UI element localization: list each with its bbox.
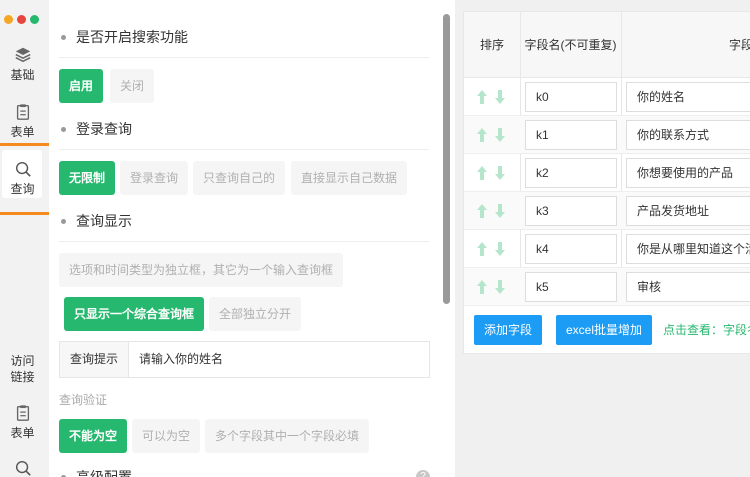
display-option-combined[interactable]: 只显示一个综合查询框	[64, 297, 205, 331]
field-key-input[interactable]: k2	[525, 158, 617, 188]
query-tip-input[interactable]: 请输入你的姓名	[129, 342, 429, 377]
display-option-all-separate[interactable]: 全部独立分开	[209, 297, 302, 331]
arrow-down-icon[interactable]	[494, 241, 506, 257]
rail-item-form[interactable]: 表单	[0, 103, 45, 140]
field-key-input[interactable]: k3	[525, 196, 617, 226]
query-validation-label: 查询验证	[59, 393, 108, 407]
arrow-up-icon[interactable]	[476, 89, 488, 105]
rail-item-label-line2: 链接	[10, 370, 35, 384]
arrow-down-icon[interactable]	[494, 203, 506, 219]
excel-batch-add-button[interactable]: excel批量增加	[556, 315, 653, 345]
close-dot[interactable]	[17, 15, 26, 24]
field-name-input[interactable]: 审核	[626, 272, 750, 302]
layers-icon	[14, 47, 31, 63]
validation-option-one-of-many[interactable]: 多个字段其中一个字段必填	[205, 419, 370, 453]
section-title-text: 是否开启搜索功能	[76, 29, 188, 45]
bullet-icon	[61, 34, 66, 40]
section-title-login-query: 登录查询	[61, 119, 132, 139]
arrow-down-icon[interactable]	[494, 89, 506, 105]
field-key-input[interactable]: k4	[525, 234, 617, 264]
divider	[59, 57, 429, 58]
rail-item-label: 表单	[10, 426, 35, 440]
validation-option-optional[interactable]: 可以为空	[132, 419, 201, 453]
field-name-input[interactable]: 你的联系方式	[626, 120, 750, 150]
view-field-name-link[interactable]: 点击查看：字段名	[663, 315, 750, 345]
header-field-name: 字段	[728, 38, 750, 52]
header-sort: 排序	[479, 38, 504, 52]
fields-table-header: 排序 字段名(不可重复) 字段	[464, 12, 750, 78]
section-title-text: 登录查询	[76, 121, 132, 137]
rail-item-label: 基础	[10, 68, 35, 82]
login-option-show-own-data[interactable]: 直接显示自己数据	[291, 161, 408, 195]
enable-search-button[interactable]: 启用	[59, 69, 104, 103]
sort-arrows	[476, 89, 506, 105]
query-tip-row: 查询提示 请输入你的姓名	[59, 341, 430, 378]
header-field-key: 字段名(不可重复)	[524, 38, 617, 52]
rail-item-label-line1: 访问	[10, 354, 35, 368]
field-name-input[interactable]: 产品发货地址	[626, 196, 750, 226]
left-nav-rail: 基础 表单 查询 访问 链接 表单	[0, 0, 49, 477]
clipboard-icon	[16, 104, 29, 120]
section-title-query-display: 查询显示	[61, 211, 132, 231]
login-option-self-only[interactable]: 只查询自己的	[193, 161, 286, 195]
validation-option-required[interactable]: 不能为空	[59, 419, 128, 453]
sort-arrows	[476, 279, 506, 295]
field-name-input[interactable]: 你的姓名	[626, 82, 750, 112]
bullet-icon	[61, 218, 66, 224]
arrow-up-icon[interactable]	[476, 165, 488, 181]
query-tip-label: 查询提示	[60, 342, 129, 377]
search-icon	[15, 460, 31, 476]
field-name-input[interactable]: 你想要使用的产品	[626, 158, 750, 188]
table-row: k3 产品发货地址	[464, 192, 750, 230]
section-title-search-toggle: 是否开启搜索功能	[61, 27, 188, 47]
field-name-input[interactable]: 你是从哪里知道这个活	[626, 234, 750, 264]
table-row: k1 你的联系方式	[464, 116, 750, 154]
arrow-down-icon[interactable]	[494, 279, 506, 295]
arrow-down-icon[interactable]	[494, 127, 506, 143]
divider	[59, 149, 429, 150]
table-row: k4 你是从哪里知道这个活	[464, 230, 750, 268]
rail-item-access-link[interactable]: 访问 链接	[0, 353, 45, 385]
rail-item-form-2[interactable]: 表单	[0, 404, 45, 441]
section-title-text: 高级配置	[76, 469, 132, 477]
arrow-up-icon[interactable]	[476, 279, 488, 295]
table-row: k0 你的姓名	[464, 78, 750, 116]
sort-arrows	[476, 165, 506, 181]
rail-item-label: 表单	[10, 125, 35, 139]
table-row: k2 你想要使用的产品	[464, 154, 750, 192]
field-key-input[interactable]: k1	[525, 120, 617, 150]
query-settings-panel: 是否开启搜索功能 启用 关闭 登录查询 无限制 登录查询 只查询自己的 直接显示…	[49, 0, 455, 477]
rail-item-query-2[interactable]	[0, 459, 45, 477]
section-title-text: 查询显示	[76, 213, 132, 229]
arrow-up-icon[interactable]	[476, 127, 488, 143]
arrow-up-icon[interactable]	[476, 241, 488, 257]
field-key-input[interactable]: k0	[525, 82, 617, 112]
minimize-dot[interactable]	[4, 15, 13, 24]
section-title-advanced: 高级配置	[61, 467, 132, 477]
maximize-dot[interactable]	[30, 15, 39, 24]
field-key-input[interactable]: k5	[525, 272, 617, 302]
sort-arrows	[476, 203, 506, 219]
arrow-down-icon[interactable]	[494, 165, 506, 181]
fields-table-panel: 排序 字段名(不可重复) 字段 k0 你的姓名 k1 你的联系方式 k2 你想要…	[463, 11, 750, 354]
divider	[59, 241, 429, 242]
table-row: k5 审核	[464, 268, 750, 306]
question-circle-icon[interactable]: ?	[416, 470, 430, 477]
add-field-button[interactable]: 添加字段	[474, 315, 543, 345]
sort-arrows	[476, 127, 506, 143]
settings-scrollbar[interactable]	[443, 14, 450, 304]
arrow-up-icon[interactable]	[476, 203, 488, 219]
rail-item-basic[interactable]: 基础	[0, 46, 45, 83]
window-controls	[4, 15, 39, 24]
sort-arrows	[476, 241, 506, 257]
login-option-unlimited[interactable]: 无限制	[59, 161, 116, 195]
display-option-separate-types[interactable]: 选项和时间类型为独立框，其它为一个输入查询框	[59, 253, 344, 287]
clipboard-icon	[16, 405, 29, 421]
disable-search-button[interactable]: 关闭	[110, 69, 155, 103]
bullet-icon	[61, 126, 66, 132]
login-option-login-query[interactable]: 登录查询	[120, 161, 189, 195]
